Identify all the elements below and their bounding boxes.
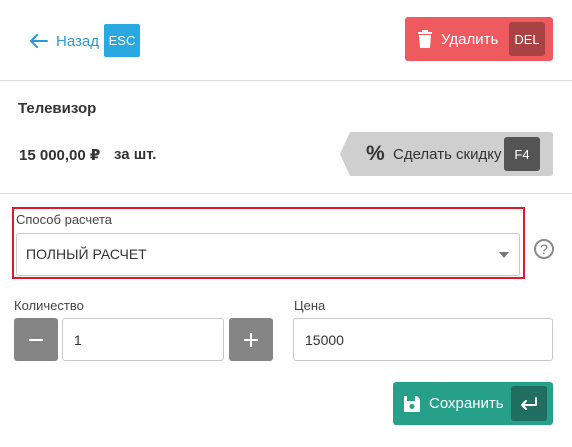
del-shortcut-badge: DEL [509,22,545,56]
trash-icon [417,30,433,48]
quantity-increment-button[interactable] [229,318,273,361]
quantity-input[interactable]: 1 [62,318,224,361]
product-divider [0,193,572,194]
discount-label: Сделать скидку [393,146,502,163]
price-unit-note: за шт. [114,146,157,163]
product-price: 15 000,00 ₽ [19,147,101,164]
percent-icon: % [366,142,385,165]
minus-icon [29,338,43,341]
f4-shortcut-badge: F4 [504,137,540,171]
chevron-down-icon [499,252,509,258]
product-name: Телевизор [18,100,97,117]
make-discount-button[interactable]: % Сделать скидку F4 [340,132,553,176]
arrow-left-icon [30,34,48,48]
enter-shortcut-badge [511,386,547,421]
enter-icon [521,396,537,410]
payment-method-select[interactable]: ПОЛНЫЙ РАСЧЕТ [16,233,520,276]
esc-shortcut-badge: ESC [104,24,140,57]
price-input[interactable]: 15000 [293,318,553,361]
help-icon[interactable]: ? [534,239,554,259]
delete-button[interactable]: Удалить DEL [405,17,553,61]
back-label: Назад [56,32,99,50]
price-label: Цена [294,298,326,313]
save-icon [403,395,421,413]
save-label: Сохранить [429,395,504,412]
payment-method-label: Способ расчета [16,212,113,227]
quantity-label: Количество [14,298,84,313]
payment-method-value: ПОЛНЫЙ РАСЧЕТ [26,246,147,262]
plus-icon [244,332,258,347]
price-value: 15000 [305,332,344,348]
back-button[interactable]: Назад [30,26,99,56]
save-button[interactable]: Сохранить [393,382,553,425]
header-divider [0,80,572,81]
quantity-decrement-button[interactable] [14,318,58,361]
delete-label: Удалить [441,30,499,48]
quantity-value: 1 [74,332,82,348]
